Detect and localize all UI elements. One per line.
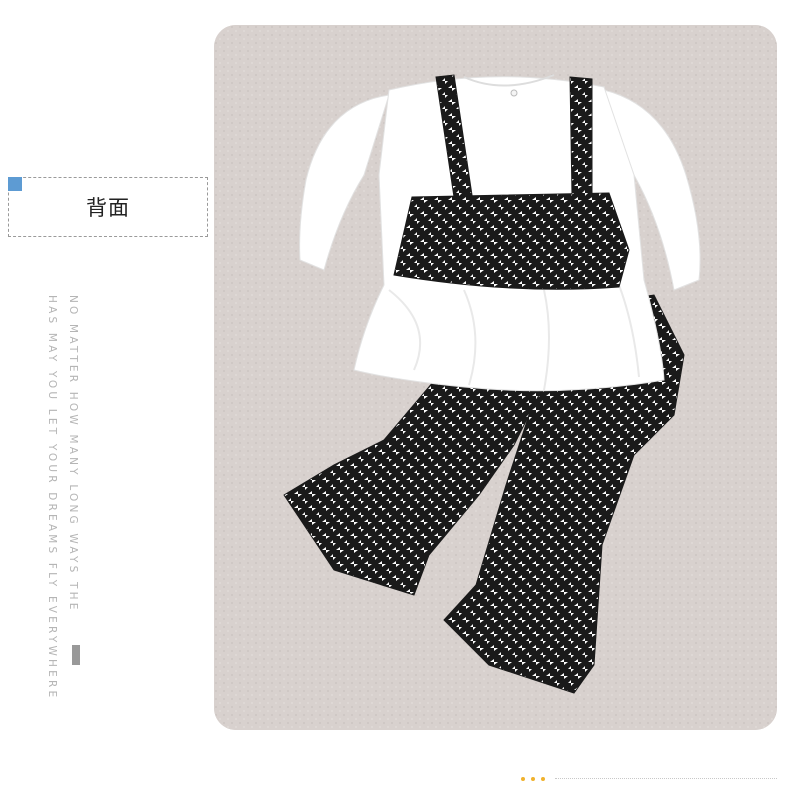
footer-dot [531, 777, 535, 781]
back-button [510, 89, 518, 97]
footer-dot [541, 777, 545, 781]
footer-dots [521, 777, 545, 781]
right-strap [569, 76, 593, 198]
view-label-text: 背面 [86, 196, 130, 220]
side-slogan-line-2: HAS MAY YOU LET YOUR DREAMS FLY EVERYWHE… [46, 295, 58, 701]
view-label-box: 背面 [8, 177, 208, 237]
bodice-panel [393, 192, 630, 290]
footer-dot [521, 777, 525, 781]
side-slogan-line-1: NO MATTER HOW MANY LONG WAYS THE [67, 295, 79, 613]
product-photo-illustration [214, 25, 777, 730]
side-bar-marker [72, 645, 80, 665]
product-photo [214, 25, 777, 730]
footer-divider [555, 778, 777, 779]
